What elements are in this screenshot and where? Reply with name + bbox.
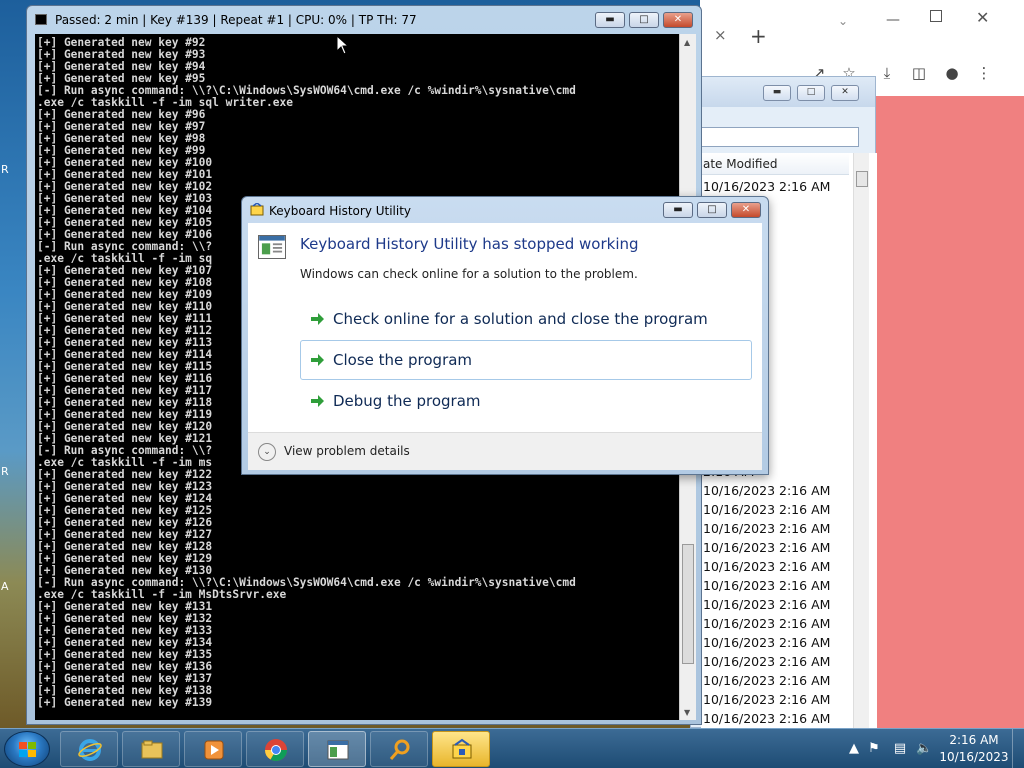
file-list-row[interactable]: 10/16/2023 2:16 AM [701,557,849,576]
dialog-body: Keyboard History Utility has stopped wor… [248,223,762,432]
explorer-minimize-button[interactable]: ▬ [763,85,791,101]
desktop-icon-label-edge: R [1,163,9,176]
file-list-row[interactable]: 10/16/2023 2:16 AM [701,576,849,595]
file-list-row[interactable]: 10/16/2023 2:16 AM [701,709,849,728]
console-line: [+] Generated new key #139 [37,696,213,709]
explorer-search-input[interactable] [701,127,859,147]
maximize-icon[interactable] [930,10,942,22]
dialog-description: Windows can check online for a solution … [300,267,638,281]
explorer-scroll-thumb[interactable] [856,171,868,187]
volume-muted-icon[interactable]: 🔈 [916,741,932,757]
file-list-row[interactable]: 10/16/2023 2:16 AM [701,519,849,538]
taskbar-file-explorer[interactable] [122,731,180,767]
keyboard-utility-icon [452,738,472,759]
file-list-row[interactable]: 10/16/2023 2:16 AM [701,690,849,709]
close-program-option[interactable]: Close the program [300,340,752,380]
taskbar: ▲ ⚑ ▤ 🔈 2:16 AM 10/16/2023 [0,728,1024,768]
show-hidden-icons-icon[interactable]: ▲ [846,741,862,757]
green-arrow-icon [311,313,324,325]
green-arrow-icon [311,395,324,407]
file-list-row[interactable]: 10/16/2023 2:16 AM [701,500,849,519]
profile-avatar-icon[interactable]: ● [943,64,961,82]
taskbar-console[interactable] [308,731,366,767]
taskbar-internet-explorer[interactable] [60,731,118,767]
keyboard-utility-icon [250,203,264,216]
dialog-maximize-button[interactable]: □ [697,202,727,218]
folder-icon [141,740,163,759]
console-close-button[interactable]: ✕ [663,12,693,28]
green-arrow-icon [311,354,324,366]
scroll-up-arrow-icon[interactable]: ▲ [684,38,690,47]
file-list-row[interactable]: 10/16/2023 2:16 AM [701,538,849,557]
option-label: Close the program [333,351,473,369]
minimize-icon[interactable]: — [886,12,900,28]
desktop-icon-label-edge: R [1,465,9,478]
application-window-icon [258,235,286,259]
chrome-tab-bar: × + ⌄ — ✕ [700,0,1024,50]
media-player-icon [204,740,224,760]
option-label: Debug the program [333,392,481,410]
check-online-option[interactable]: Check online for a solution and close th… [300,299,752,339]
dialog-title: Keyboard History Utility [269,204,412,218]
desktop-icon-label-edge: A [1,580,9,593]
dialog-minimize-button[interactable]: ▬ [663,202,693,218]
dialog-heading: Keyboard History Utility has stopped wor… [300,235,639,253]
console-scroll-thumb[interactable] [682,544,694,664]
taskbar-search-tool[interactable] [370,731,428,767]
error-dialog: Keyboard History Utility ▬ □ ✕ Keyboard … [241,196,769,475]
action-center-flag-icon[interactable]: ⚑ [866,741,882,757]
dialog-close-button[interactable]: ✕ [731,202,761,218]
file-list-row[interactable]: 10/16/2023 2:16 AM [701,633,849,652]
side-panel-icon[interactable]: ◫ [910,64,928,82]
console-app-icon [35,14,47,25]
file-list-row[interactable]: 10/16/2023 2:16 AM [701,614,849,633]
window-app-icon [327,740,349,760]
explorer-scrollbar[interactable] [853,153,869,768]
explorer-title-bar: ▬ □ ✕ [691,77,875,107]
tab-close-icon[interactable]: × [714,26,727,44]
start-button[interactable] [4,731,50,767]
clock-time[interactable]: 2:16 AM [940,733,1008,747]
explorer-maximize-button[interactable]: □ [797,85,825,101]
tab-search-chevron-icon[interactable]: ⌄ [838,14,848,28]
new-tab-button[interactable]: + [750,24,767,48]
console-title: Passed: 2 min | Key #139 | Repeat #1 | C… [55,13,417,27]
dialog-footer: ⌄ View problem details [248,432,762,470]
file-list-row[interactable]: 10/16/2023 2:16 AM [701,177,849,196]
console-maximize-button[interactable]: □ [629,12,659,28]
show-desktop-button[interactable] [1012,729,1024,768]
taskbar-media-player[interactable] [184,731,242,767]
internet-explorer-icon [78,739,102,761]
explorer-close-button[interactable]: ✕ [831,85,859,101]
file-list-row[interactable]: 10/16/2023 2:16 AM [701,595,849,614]
column-header-date-modified[interactable]: ate Modified [701,153,849,175]
expand-chevron-icon[interactable]: ⌄ [258,443,276,461]
network-icon[interactable]: ▤ [892,741,908,757]
taskbar-chrome[interactable] [246,731,304,767]
download-icon[interactable]: ⤓ [878,64,896,82]
clock-date[interactable]: 10/16/2023 [938,750,1010,764]
scroll-down-arrow-icon[interactable]: ▼ [684,708,690,717]
view-problem-details-link[interactable]: View problem details [284,444,410,458]
magnifier-icon [389,739,410,760]
taskbar-keyboard-history-utility[interactable] [432,731,490,767]
file-list-row[interactable]: 10/16/2023 2:16 AM [701,481,849,500]
debug-program-option[interactable]: Debug the program [300,381,752,421]
option-label: Check online for a solution and close th… [333,310,708,328]
chrome-icon [265,739,287,761]
file-list-row[interactable]: 10/16/2023 2:16 AM [701,671,849,690]
close-icon[interactable]: ✕ [976,8,989,27]
file-list-row[interactable]: 10/16/2023 2:16 AM [701,652,849,671]
console-minimize-button[interactable]: ▬ [595,12,625,28]
more-menu-icon[interactable]: ⋮ [975,64,993,82]
windows-logo-icon [19,742,36,757]
mouse-cursor-icon [336,35,350,55]
